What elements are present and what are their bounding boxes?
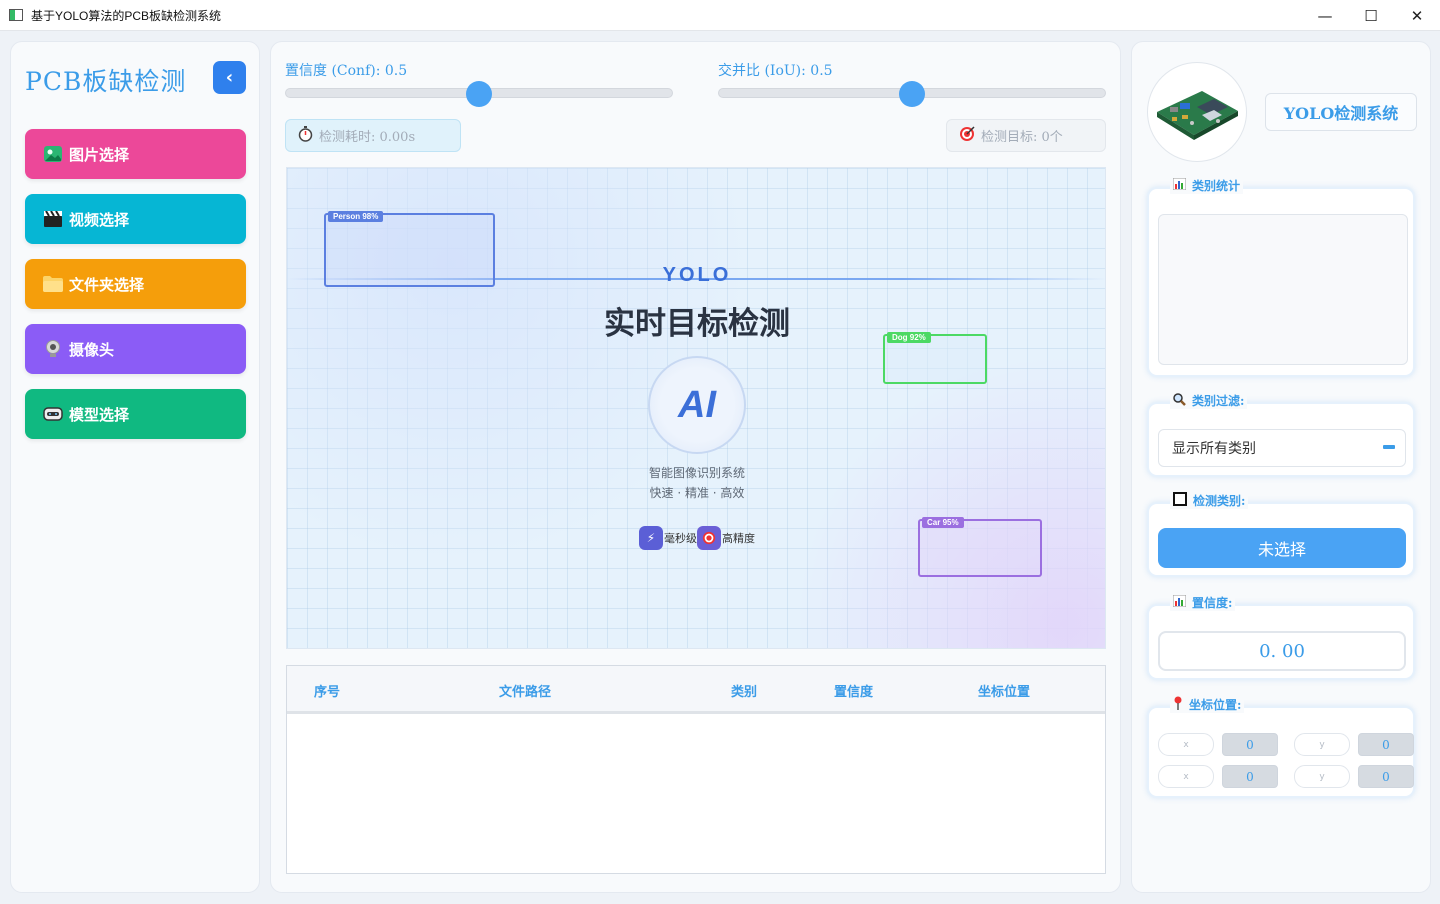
preview-subtitle: 智能图像识别系统 [648, 466, 745, 480]
lightning-icon: ⚡ [639, 526, 663, 550]
bar-chart-icon [1172, 594, 1187, 610]
square-icon [1173, 492, 1187, 509]
clapper-icon [43, 210, 63, 228]
folder-select-button[interactable]: 文件夹选择 [25, 259, 246, 309]
minimize-button[interactable]: — [1302, 0, 1348, 31]
confidence-label: 置信度: [1170, 594, 1236, 611]
video-select-button[interactable]: 视频选择 [25, 194, 246, 244]
collapse-sidebar-button[interactable]: ‹ [213, 61, 246, 94]
col-coordinates[interactable]: 坐标位置 [978, 681, 1030, 700]
pcb-logo [1147, 62, 1247, 162]
class-stats-card [1147, 187, 1415, 377]
detection-time: 检测耗时: 0.00s [285, 119, 461, 152]
bar-chart-icon [1172, 177, 1187, 193]
class-filter-text: 类别过滤: [1192, 394, 1245, 408]
coordinates-label: 坐标位置: [1170, 696, 1245, 713]
preview-area: Person 98% Dog 92% Car 95% YOLO 实时目标检测 A… [286, 167, 1106, 649]
class-filter-value: 显示所有类别 [1172, 441, 1256, 457]
detection-count: 检测目标: 0个 [946, 119, 1106, 152]
brand-title: PCB板缺检测 [25, 67, 187, 96]
preview-tagline: 快速 · 精准 · 高效 [649, 486, 745, 500]
col-class[interactable]: 类别 [731, 681, 757, 700]
magnifier-icon [1173, 392, 1186, 409]
results-table: 序号 文件路径 类别 置信度 坐标位置 [286, 665, 1106, 874]
image-select-button[interactable]: 图片选择 [25, 129, 246, 179]
coordinates-text: 坐标位置: [1189, 698, 1242, 712]
ai-text: AI [678, 383, 716, 426]
coord-row: x 0 y 0 [1158, 765, 1414, 788]
ymax-value: 0 [1358, 765, 1414, 788]
detection-tag: Car 95% [922, 517, 964, 528]
conf-slider-label: 置信度 (Conf): 0.5 [285, 63, 408, 79]
ai-badge: AI [648, 356, 746, 454]
maximize-button[interactable]: ☐ [1348, 0, 1394, 31]
conf-slider-handle[interactable] [466, 81, 492, 107]
xmin-value: 0 [1222, 733, 1278, 756]
webcam-icon [43, 340, 63, 358]
xmax-label: x [1158, 765, 1214, 788]
class-filter-select[interactable]: 显示所有类别 [1158, 429, 1406, 467]
main-panel: 置信度 (Conf): 0.5 交并比 (IoU): 0.5 检测耗时: 0.0… [270, 41, 1121, 893]
robot-icon [43, 405, 63, 423]
ymin-value: 0 [1358, 733, 1414, 756]
col-index[interactable]: 序号 [314, 681, 340, 700]
window-controls: — ☐ ✕ [1302, 0, 1440, 31]
class-stats-label: 类别统计 [1170, 177, 1244, 194]
model-select-button[interactable]: 模型选择 [25, 389, 246, 439]
chip-speed: 毫秒级 [664, 532, 697, 545]
target-icon [697, 526, 721, 550]
col-file-path[interactable]: 文件路径 [499, 681, 551, 700]
preview-title: 实时目标检测 [604, 306, 790, 342]
chip-precision: 高精度 [722, 532, 755, 545]
camera-label: 摄像头 [69, 340, 115, 359]
detection-time-text: 检测耗时: 0.00s [319, 130, 416, 145]
class-filter-card: 显示所有类别 [1147, 402, 1415, 477]
stopwatch-icon [298, 125, 313, 146]
col-confidence[interactable]: 置信度 [834, 681, 873, 700]
model-select-label: 模型选择 [69, 405, 130, 424]
class-stats-text: 类别统计 [1192, 179, 1241, 193]
image-icon [43, 145, 63, 163]
close-button[interactable]: ✕ [1394, 0, 1440, 31]
iou-slider-label: 交并比 (IoU): 0.5 [718, 63, 833, 79]
iou-slider-handle[interactable] [899, 81, 925, 107]
class-stats-area [1158, 214, 1408, 365]
table-header: 序号 文件路径 类别 置信度 坐标位置 [287, 666, 1105, 714]
coordinates-card: x 0 y 0 x 0 y 0 [1147, 706, 1415, 798]
sidebar: PCB板缺检测 ‹ 图片选择 视频选择 文件夹选择 摄像头 模型选择 [10, 41, 260, 893]
image-select-label: 图片选择 [69, 145, 130, 164]
detection-tag: Person 98% [328, 211, 384, 222]
window-title: 基于YOLO算法的PCB板缺检测系统 [31, 8, 222, 23]
info-panel: YOLO检测系统 类别统计 显示所有类别 类别过滤: 未选择 检测类别: 0. … [1131, 41, 1431, 893]
xmax-value: 0 [1222, 765, 1278, 788]
video-select-label: 视频选择 [69, 210, 130, 229]
app-icon [9, 9, 23, 21]
folder-select-label: 文件夹选择 [69, 275, 145, 294]
confidence-card: 0. 00 [1147, 604, 1415, 680]
xmin-label: x [1158, 733, 1214, 756]
confidence-text: 置信度: [1192, 596, 1233, 610]
feature-chips: ⚡ 毫秒级 高精度 [639, 526, 755, 550]
detected-class-label: 检测类别: [1170, 492, 1249, 509]
pin-icon [1173, 696, 1183, 713]
class-filter-label: 类别过滤: [1170, 392, 1248, 409]
camera-button[interactable]: 摄像头 [25, 324, 246, 374]
coord-row: x 0 y 0 [1158, 733, 1414, 756]
detected-class-text: 检测类别: [1193, 494, 1246, 508]
dropdown-arrow-icon [1383, 445, 1395, 449]
ymax-label: y [1294, 765, 1350, 788]
yolo-heading: YOLO [662, 264, 732, 286]
detection-box-car: Car 95% [918, 517, 1042, 577]
detected-class-button[interactable]: 未选择 [1158, 528, 1406, 568]
confidence-value: 0. 00 [1158, 631, 1406, 671]
system-title: YOLO检测系统 [1265, 93, 1417, 131]
ymin-label: y [1294, 733, 1350, 756]
detection-count-text: 检测目标: 0个 [981, 130, 1063, 145]
target-icon [959, 125, 975, 146]
chevron-left-icon: ‹ [225, 67, 234, 88]
folder-icon [43, 275, 63, 293]
title-bar: 基于YOLO算法的PCB板缺检测系统 — ☐ ✕ [0, 0, 1440, 31]
detected-class-card: 未选择 [1147, 502, 1415, 577]
